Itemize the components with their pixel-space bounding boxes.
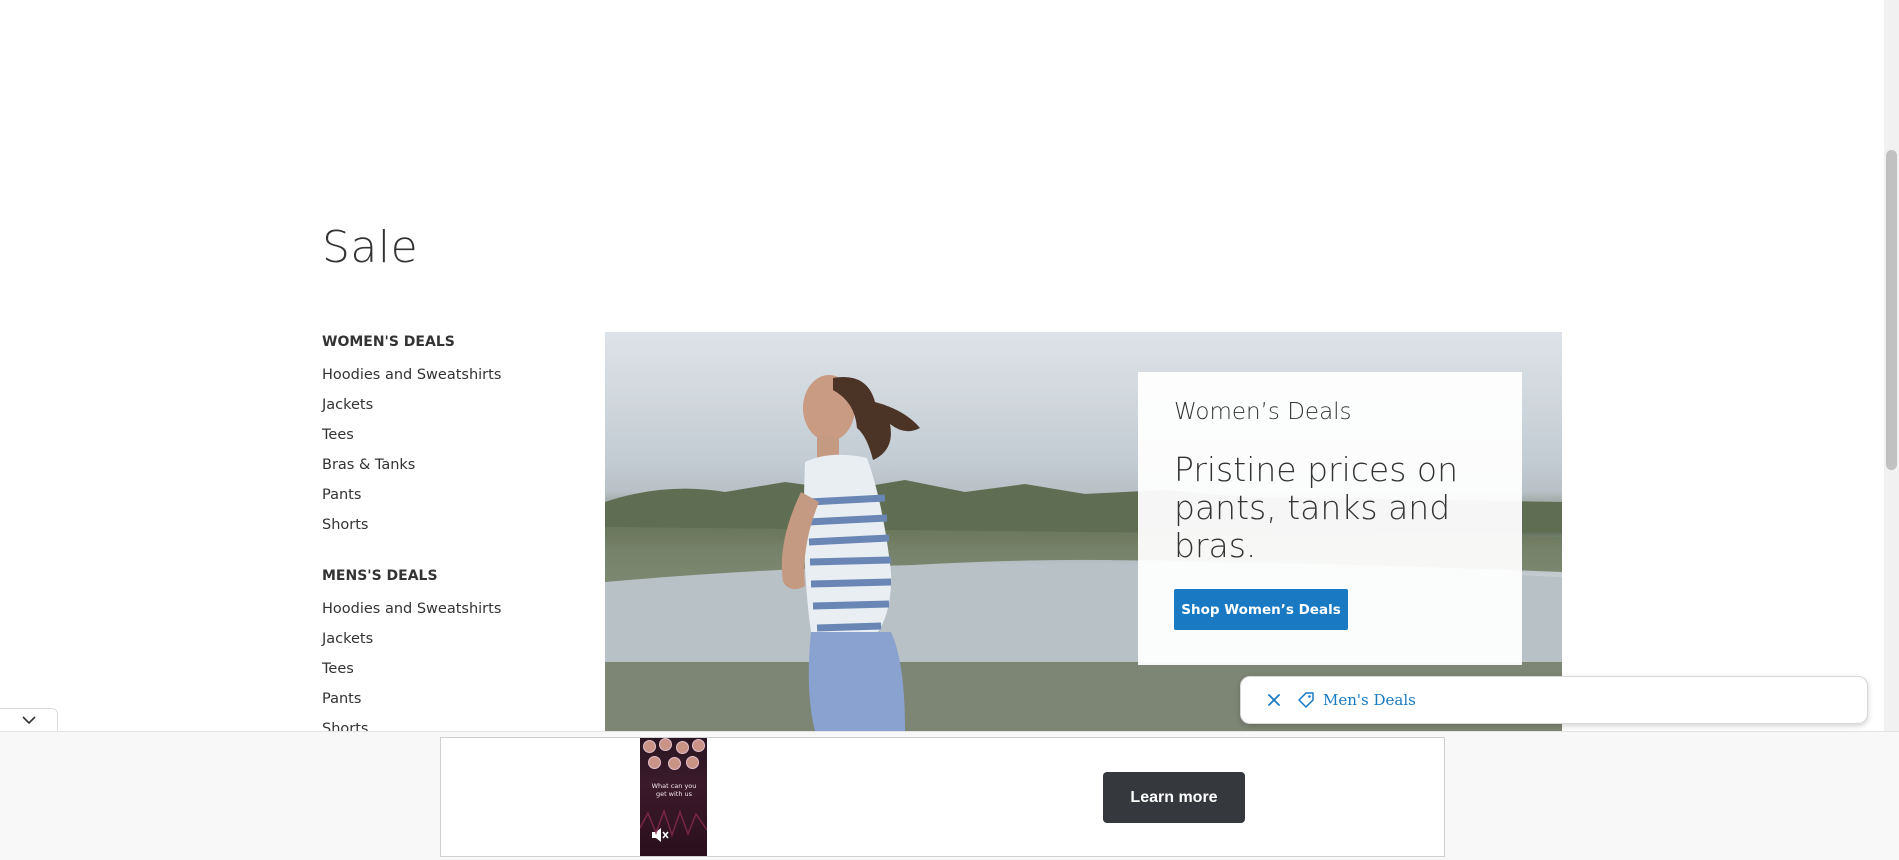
men-jackets-link[interactable]: Jackets [322,624,582,654]
bottom-ad-banner: What can you get with us Learn more [0,731,1899,860]
men-tees-link[interactable]: Tees [322,654,582,684]
promo-card: Women’s Deals Pristine prices on pants, … [1138,372,1522,665]
collapse-ad-button[interactable] [0,708,58,732]
womens-deals-heading: WOMEN'S DEALS [322,334,455,350]
women-bras-tanks-link[interactable]: Bras & Tanks [322,450,582,480]
ad-face-image [648,756,661,769]
shop-womens-deals-button[interactable]: Shop Women’s Deals [1174,589,1348,630]
men-hoodies-link[interactable]: Hoodies and Sweatshirts [322,594,582,624]
learn-more-button[interactable]: Learn more [1103,772,1245,823]
ad-face-image [643,740,656,753]
sale-category-nav: WOMEN'S DEALS Hoodies and Sweatshirts Ja… [322,330,582,744]
women-hoodies-link[interactable]: Hoodies and Sweatshirts [322,360,582,390]
womens-deals-group: WOMEN'S DEALS Hoodies and Sweatshirts Ja… [322,330,582,540]
mens-deals-link[interactable]: Men's Deals [1323,691,1416,709]
tag-icon [1297,690,1317,710]
ad-video-thumbnail[interactable]: What can you get with us [640,738,707,856]
women-shorts-link[interactable]: Shorts [322,510,582,540]
ad-face-image [659,738,672,751]
close-icon[interactable] [1259,685,1289,715]
women-pants-link[interactable]: Pants [322,480,582,510]
page-title: Sale [322,222,419,273]
mens-deals-heading: MENS'S DEALS [322,568,438,584]
promo-eyebrow: Women’s Deals [1174,399,1352,425]
ad-face-image [668,757,681,770]
women-tees-link[interactable]: Tees [322,420,582,450]
mens-deals-toast: Men's Deals [1240,676,1868,724]
womens-deals-hero-banner[interactable]: Women’s Deals Pristine prices on pants, … [605,332,1562,731]
ad-face-image [692,739,705,752]
mens-deals-group: MENS'S DEALS Hoodies and Sweatshirts Jac… [322,564,582,744]
scrollbar-thumb[interactable] [1886,150,1897,470]
ad-frame[interactable]: What can you get with us Learn more [440,737,1445,857]
ad-face-image [686,756,699,769]
chevron-down-icon [21,716,36,725]
ad-face-image [676,741,689,754]
ad-pattern [640,808,707,838]
promo-headline: Pristine prices on pants, tanks and bras… [1174,450,1458,565]
ad-video-caption: What can you get with us [651,782,697,798]
men-pants-link[interactable]: Pants [322,684,582,714]
women-jackets-link[interactable]: Jackets [322,390,582,420]
